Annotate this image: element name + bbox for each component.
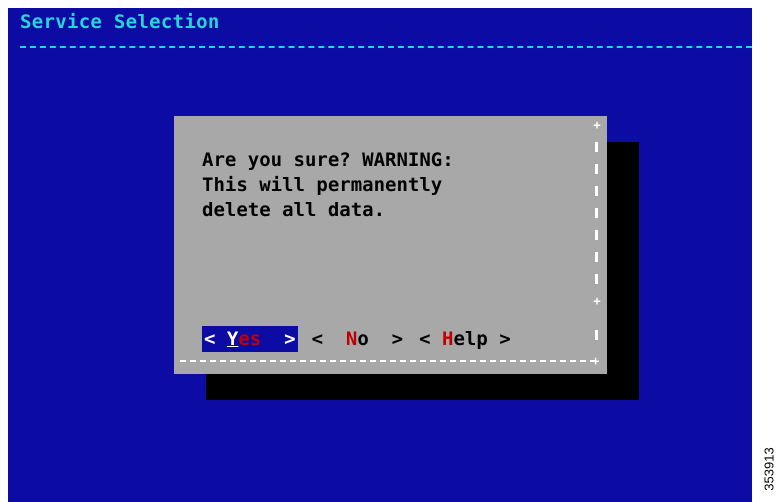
hotkey-letter: H (442, 328, 454, 350)
message-line: delete all data. (202, 199, 386, 221)
figure-id-label: 353913 (756, 436, 782, 502)
button-bracket: > (368, 328, 404, 350)
title-divider (20, 46, 752, 48)
yes-button[interactable]: < Yes > (202, 326, 298, 352)
dialog-corner-marker: + (592, 354, 600, 368)
hotkey-letter: N (345, 328, 358, 350)
button-bracket: > (261, 328, 296, 350)
button-label: es (238, 328, 262, 350)
button-bracket: > (487, 328, 511, 350)
hotkey-letter: Y (226, 328, 239, 350)
scroll-track-segment (595, 186, 598, 196)
scroll-track-segment (595, 208, 598, 218)
help-button[interactable]: < Help > (417, 326, 513, 352)
scroll-bottom-marker: + (593, 294, 601, 308)
figure-id-text: 353913 (761, 447, 777, 491)
button-bracket: < (311, 328, 346, 350)
scroll-track-segment (595, 164, 598, 174)
dialog-message: Are you sure? WARNING: This will permane… (202, 148, 454, 223)
scroll-track-segment (595, 330, 598, 340)
scroll-track-segment (595, 274, 598, 284)
dialog-scrollbar[interactable]: + + (590, 118, 602, 366)
scroll-track-segment (595, 230, 598, 240)
message-line: Are you sure? WARNING: (202, 149, 454, 171)
dialog-bottom-border (180, 360, 596, 362)
scroll-track-segment (595, 142, 598, 152)
scroll-top-marker: + (593, 118, 601, 132)
button-bracket: < (204, 328, 227, 350)
confirm-dialog: Are you sure? WARNING: This will permane… (174, 116, 607, 374)
terminal-screen: Service Selection Are you sure? WARNING:… (8, 8, 752, 502)
no-button[interactable]: < No > (310, 326, 406, 352)
scroll-track-segment (595, 252, 598, 262)
message-line: This will permanently (202, 174, 443, 196)
screen-title: Service Selection (20, 11, 220, 33)
button-label: o (357, 328, 369, 350)
dialog-button-row: < Yes > < No > < Help > (202, 326, 525, 352)
button-label: elp (453, 328, 488, 350)
button-bracket: < (419, 328, 443, 350)
